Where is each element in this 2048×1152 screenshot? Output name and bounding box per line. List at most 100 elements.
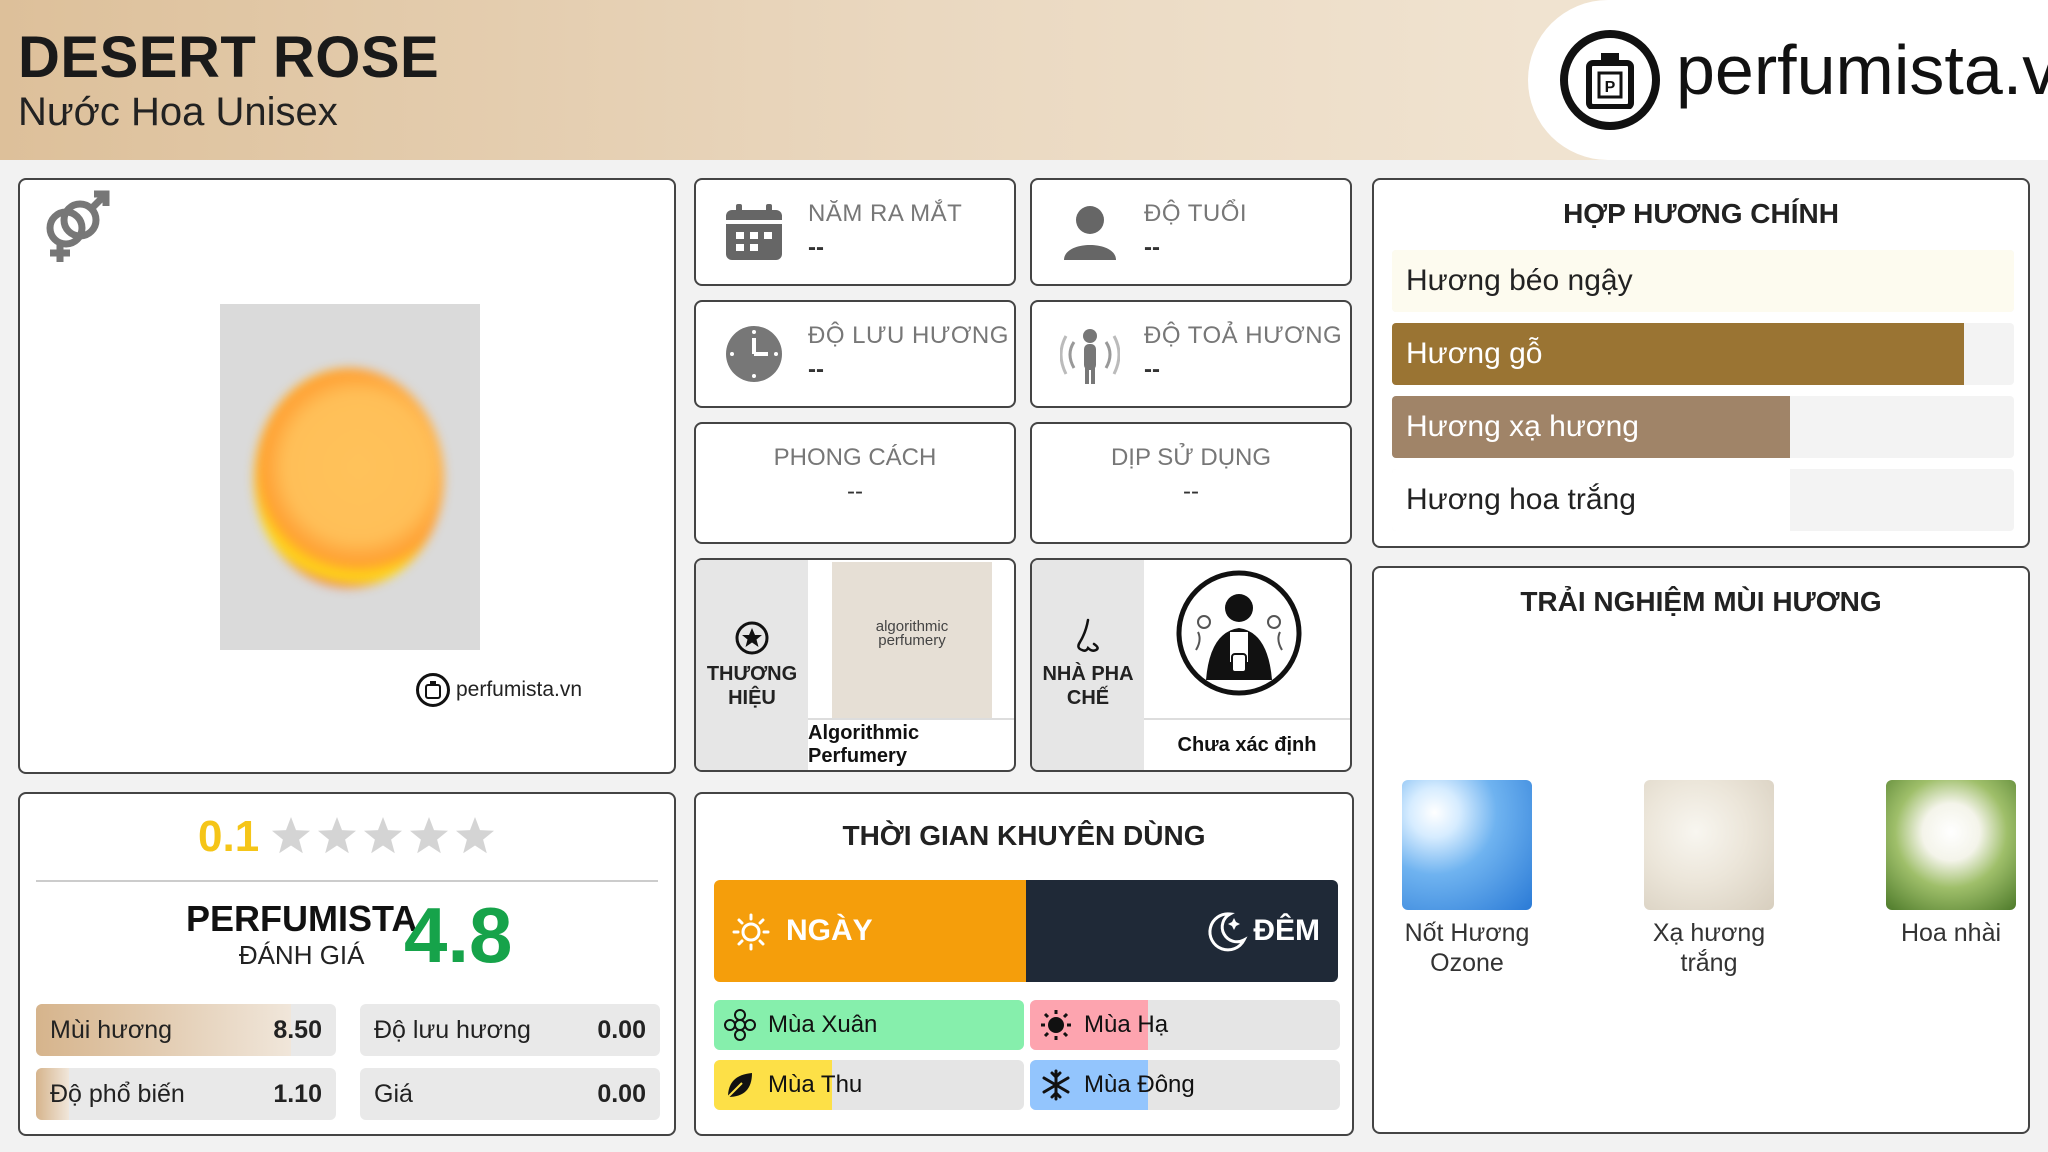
perfumista-rating-label: PERFUMISTA ĐÁNH GIÁ [186, 898, 418, 970]
perfumer-label-panel: NHÀ PHA CHẾ [1032, 560, 1144, 770]
note-label: Hoa nhài [1900, 919, 2002, 947]
longevity-card: ĐỘ LƯU HƯƠNG -- [694, 300, 1016, 408]
accord-label: Hương béo ngậy [1406, 264, 1633, 297]
svg-text:P: P [1605, 79, 1616, 96]
stat-value: 8.50 [273, 1016, 322, 1044]
snowflake-icon [1040, 1069, 1072, 1106]
note-item-white-musk[interactable]: Xạ hương trắng [1644, 780, 1774, 978]
longevity-label: ĐỘ LƯU HƯƠNG [808, 322, 1009, 349]
product-artwork [254, 368, 444, 588]
star-icon[interactable] [318, 817, 357, 854]
stat-value: 0.00 [597, 1016, 646, 1044]
stat-value: 1.10 [273, 1080, 322, 1108]
sillage-label: ĐỘ TOẢ HƯƠNG [1144, 322, 1343, 349]
time-title: THỜI GIAN KHUYÊN DÙNG [842, 820, 1206, 851]
accord-bar: Hương béo ngậy [1392, 250, 2014, 312]
stat-label: Giá [374, 1080, 413, 1108]
star-icon[interactable] [364, 817, 403, 854]
white-musk-image [1644, 780, 1774, 910]
style-label: PHONG CÁCH [773, 444, 937, 471]
occasion-card: DỊP SỬ DỤNG -- [1030, 422, 1352, 544]
recommended-time-card: THỜI GIAN KHUYÊN DÙNG NGÀY ĐÊM Mùa Xuân … [694, 792, 1354, 1136]
occasion-label: DỊP SỬ DỤNG [1110, 444, 1272, 471]
star-rating[interactable] [269, 814, 509, 860]
accords-title: HỢP HƯƠNG CHÍNH [1563, 198, 1839, 229]
accord-label: Hương gỗ [1406, 337, 1543, 370]
perfumer-card[interactable]: NHÀ PHA CHẾ Chưa xác định [1030, 558, 1352, 772]
stat-popularity: Độ phổ biến 1.10 [36, 1068, 336, 1120]
perfume-subtitle: Nước Hoa Unisex [18, 90, 338, 134]
stat-label: Độ lưu hương [374, 1016, 531, 1044]
brand-label: THƯƠNG HIỆU [706, 663, 798, 709]
product-image [220, 304, 480, 650]
user-score: 0.1 [198, 812, 260, 861]
age-value: -- [1144, 234, 1160, 261]
stat-price: Giá 0.00 [360, 1068, 660, 1120]
occasion-value: -- [1183, 478, 1199, 505]
brand-label-panel: THƯƠNG HIỆU [696, 560, 808, 770]
stat-label: Độ phổ biến [50, 1080, 185, 1108]
rating-card: 0.1 PERFUMISTA ĐÁNH GIÁ 4.8 Mùi hương 8.… [18, 792, 676, 1136]
sillage-person-icon [1059, 324, 1121, 391]
star-icon[interactable] [410, 817, 449, 854]
accord-label: Hương hoa trắng [1406, 483, 1636, 516]
day-label: NGÀY [786, 914, 873, 947]
style-value: -- [847, 478, 863, 505]
longevity-value: -- [808, 356, 824, 383]
season-spring: Mùa Xuân [714, 1000, 1024, 1050]
nose-icon [1072, 618, 1104, 663]
header-banner: DESERT ROSE Nước Hoa Unisex P perfumista… [0, 0, 2048, 160]
unisex-icon [36, 190, 114, 273]
brand-logo[interactable]: P perfumista.vn [1528, 0, 2048, 160]
brand-logo-text: algorithmic perfumery [875, 618, 949, 649]
perfumista-score: 4.8 [404, 891, 513, 979]
stat-longevity: Độ lưu hương 0.00 [360, 1004, 660, 1056]
season-winter: Mùa Đông [1030, 1060, 1340, 1110]
note-label: Xạ hương trắng [1652, 919, 1766, 977]
perfumer-avatar-icon [1176, 570, 1302, 701]
age-label: ĐỘ TUỔI [1144, 200, 1248, 227]
accord-label: Hương xạ hương [1406, 410, 1639, 443]
season-label: Mùa Thu [768, 1071, 863, 1098]
sky-image [1402, 780, 1532, 910]
clock-icon [724, 324, 784, 389]
image-watermark: perfumista.vn [416, 673, 582, 707]
season-label: Mùa Xuân [768, 1011, 878, 1038]
star-icon[interactable] [456, 817, 495, 854]
brand-name[interactable]: Algorithmic Perfumery [808, 718, 1014, 770]
user-rating-row: 0.1 [198, 812, 509, 862]
age-card: ĐỘ TUỔI -- [1030, 178, 1352, 286]
bottle-logo-icon: P [1560, 30, 1660, 130]
jasmine-image [1886, 780, 2016, 910]
stat-label: Mùi hương [50, 1016, 173, 1044]
note-item-ozone[interactable]: Nốt Hương Ozone [1402, 780, 1532, 978]
style-card: PHONG CÁCH -- [694, 422, 1016, 544]
note-item-jasmine[interactable]: Hoa nhài [1886, 780, 2016, 948]
sun-icon [732, 913, 770, 956]
sillage-value: -- [1144, 356, 1160, 383]
watermark-text: perfumista.vn [456, 678, 583, 701]
main-accords-card: HỢP HƯƠNG CHÍNH Hương béo ngậy Hương gỗ Hư… [1372, 178, 2030, 548]
season-autumn: Mùa Thu [714, 1060, 1024, 1110]
star-icon[interactable] [272, 817, 311, 854]
perfumer-label: NHÀ PHA CHẾ [1042, 663, 1134, 709]
accord-bar: Hương hoa trắng [1392, 469, 2014, 531]
product-image-card: perfumista.vn [18, 178, 676, 774]
day-night-bar: NGÀY ĐÊM [714, 880, 1338, 982]
perfume-title: DESERT ROSE [18, 25, 440, 90]
season-label: Mùa Đông [1084, 1071, 1195, 1098]
day-segment: NGÀY [714, 880, 1026, 982]
night-label: ĐÊM [1253, 914, 1320, 947]
accord-bar: Hương gỗ [1392, 323, 2014, 385]
calendar-icon [724, 202, 784, 267]
star-badge-icon [734, 620, 770, 661]
sillage-card: ĐỘ TOẢ HƯƠNG -- [1030, 300, 1352, 408]
brand-card[interactable]: THƯƠNG HIỆU algorithmic perfumery Algori… [694, 558, 1016, 772]
release-year-value: -- [808, 234, 824, 261]
leaf-icon [724, 1069, 756, 1106]
summer-sun-icon [1040, 1009, 1072, 1046]
release-year-card: NĂM RA MẮT -- [694, 178, 1016, 286]
perfumer-name[interactable]: Chưa xác định [1144, 718, 1350, 770]
flower-icon [724, 1009, 756, 1046]
note-label: Nốt Hương Ozone [1404, 919, 1530, 977]
